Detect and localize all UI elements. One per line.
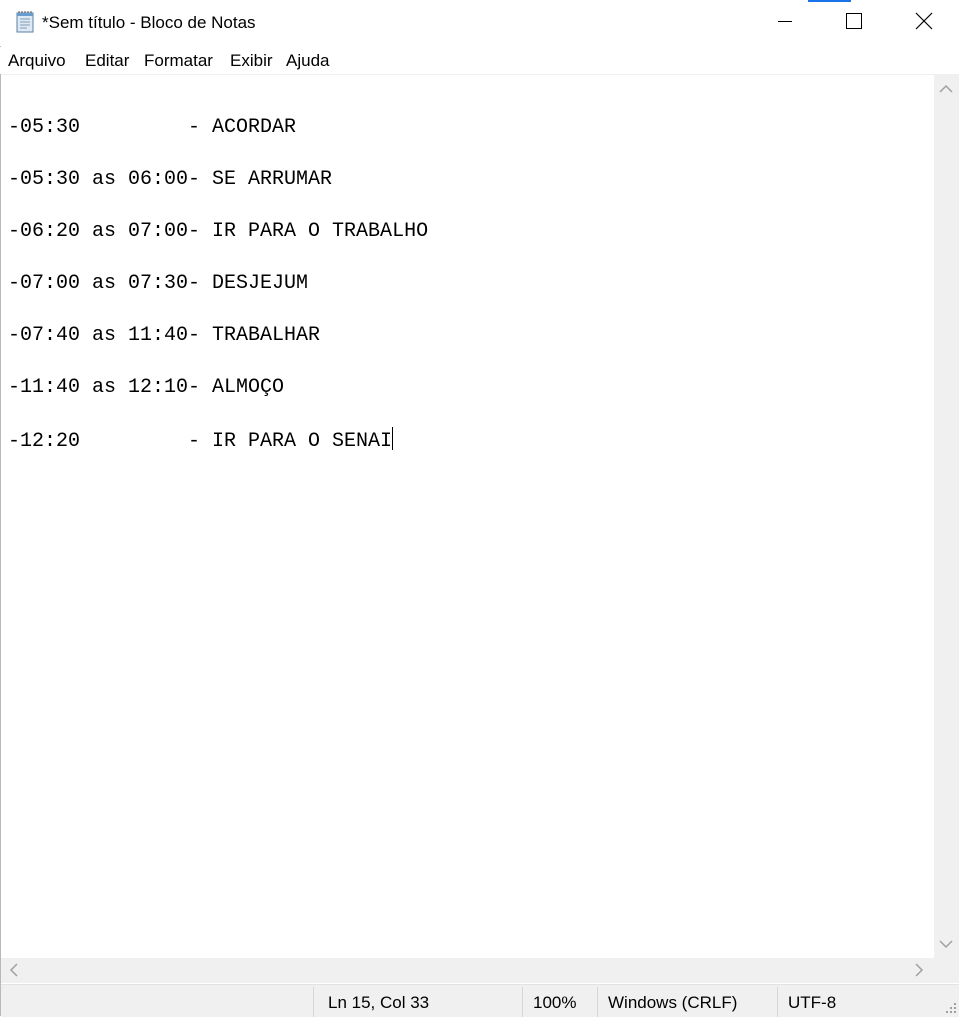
zoom-level: 100% [533, 993, 577, 1012]
minimize-button[interactable] [750, 0, 819, 46]
editor-line: -05:30 - ACORDAR [8, 116, 297, 139]
scroll-right-icon[interactable] [911, 962, 927, 978]
menu-arquivo[interactable]: Arquivo [8, 51, 66, 71]
editor-text[interactable]: -05:30 - ACORDAR -05:30 as 06:00- SE ARR… [8, 89, 428, 455]
window-title: *Sem título - Bloco de Notas [42, 13, 256, 32]
cursor-position: Ln 15, Col 33 [328, 993, 430, 1012]
minimize-icon [777, 13, 793, 34]
menu-formatar[interactable]: Formatar [144, 51, 213, 71]
menu-exibir[interactable]: Exibir [230, 51, 273, 71]
horizontal-scrollbar[interactable] [1, 958, 934, 983]
status-bar: Ln 15, Col 33 100% Windows (CRLF) UTF-8 [1, 984, 959, 1017]
menu-ajuda[interactable]: Ajuda [286, 51, 329, 71]
text-editor[interactable]: -05:30 - ACORDAR -05:30 as 06:00- SE ARR… [1, 75, 934, 958]
scroll-up-icon[interactable] [938, 81, 954, 97]
notepad-window: *Sem título - Bloco de Notas Arquivo Edi… [0, 0, 959, 1017]
close-icon [915, 12, 933, 35]
vertical-scrollbar[interactable] [934, 75, 959, 958]
scroll-left-icon[interactable] [6, 962, 22, 978]
editor-line: -07:00 as 07:30- DESJEJUM [8, 272, 309, 295]
notepad-icon [13, 10, 37, 34]
status-divider [522, 987, 523, 1017]
status-divider [597, 987, 598, 1017]
resize-grip-icon[interactable] [943, 1000, 957, 1014]
maximize-button[interactable] [819, 0, 888, 46]
editor-line: -11:40 as 12:10- ALMOÇO [8, 376, 285, 399]
maximize-icon [845, 12, 863, 35]
editor-line: -07:40 as 11:40- TRABALHAR [8, 324, 321, 347]
accent-line [808, 0, 851, 2]
status-divider [313, 987, 314, 1017]
text-caret [392, 427, 394, 450]
editor-line: -05:30 as 06:00- SE ARRUMAR [8, 168, 333, 191]
title-bar[interactable]: *Sem título - Bloco de Notas [0, 0, 959, 46]
scrollbar-corner [934, 958, 959, 983]
scroll-down-icon[interactable] [938, 936, 954, 952]
encoding: UTF-8 [788, 993, 837, 1012]
menu-bar: Arquivo Editar Formatar Exibir Ajuda [0, 47, 959, 74]
line-ending: Windows (CRLF) [608, 993, 738, 1012]
editor-line: -12:20 - IR PARA O SENAI [8, 430, 393, 453]
menu-editar[interactable]: Editar [85, 51, 129, 71]
status-divider [777, 987, 778, 1017]
close-button[interactable] [889, 0, 958, 46]
editor-line: -06:20 as 07:00- IR PARA O TRABALHO [8, 220, 429, 243]
